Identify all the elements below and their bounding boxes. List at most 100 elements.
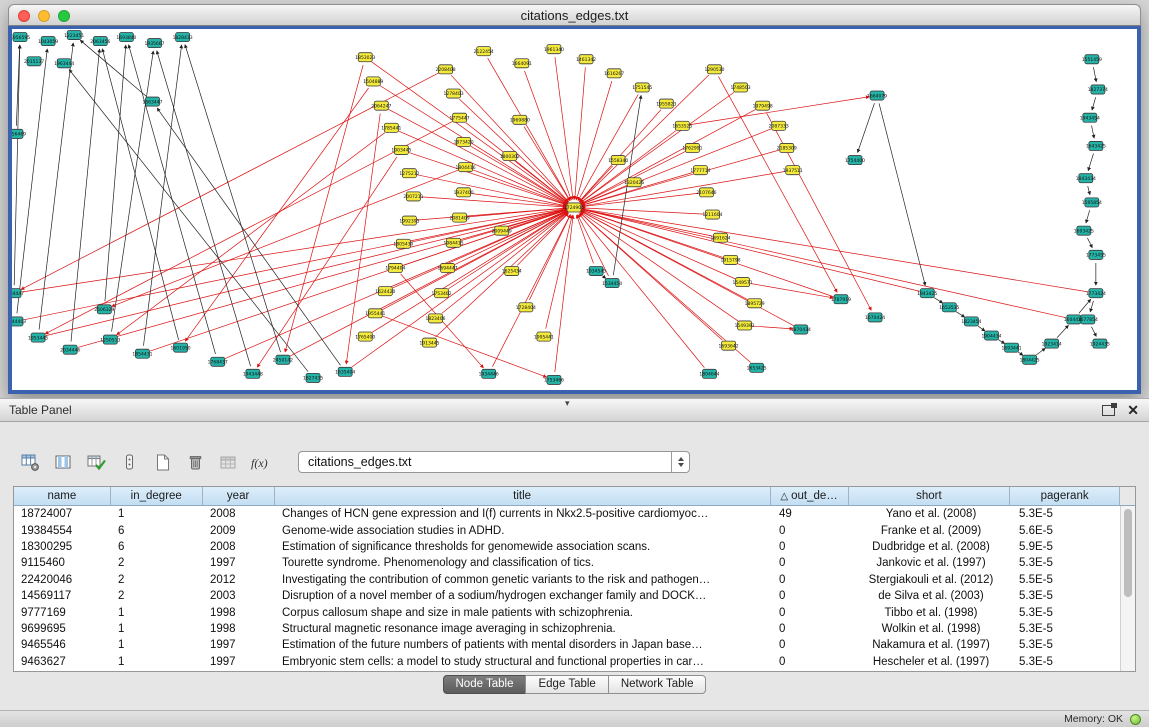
graph-node[interactable]: 1748503 [731, 83, 751, 92]
table-cell[interactable]: Stergiakouli et al. (2012) [850, 574, 1012, 586]
graph-node[interactable]: 1873420 [454, 137, 474, 146]
graph-edge[interactable] [1079, 299, 1091, 313]
table-cell[interactable]: 2008 [203, 541, 275, 553]
table-cell[interactable]: 49 [772, 508, 850, 520]
graph-edge[interactable] [555, 57, 573, 199]
graph-edge[interactable] [257, 157, 397, 367]
graph-node[interactable]: 1278403 [444, 89, 464, 98]
graph-node[interactable]: 2009449 [492, 226, 512, 235]
table-cell[interactable]: 0 [772, 590, 850, 602]
graph-edge[interactable] [524, 127, 570, 201]
graph-edge[interactable] [14, 45, 20, 285]
graph-node[interactable]: 1956595 [12, 33, 30, 42]
table-cell[interactable]: 1998 [203, 607, 275, 619]
table-cell[interactable]: 0 [772, 623, 850, 635]
table-cell[interactable]: 2003 [203, 590, 275, 602]
table-cell[interactable]: Investigating the contribution of common… [275, 574, 772, 586]
network-canvas[interactable]: 1724904185302315048892064247178544119034… [8, 26, 1141, 394]
graph-node[interactable]: 1724904 [564, 203, 584, 212]
table-cell[interactable]: Yano et al. (2008) [850, 508, 1012, 520]
table-cell[interactable]: Tibbo et al. (1998) [850, 607, 1012, 619]
graph-edge[interactable] [417, 175, 566, 206]
table-cell[interactable]: 1997 [203, 557, 275, 569]
graph-edge[interactable] [1091, 327, 1096, 337]
graph-edge[interactable] [1092, 126, 1095, 139]
graph-edge[interactable] [753, 326, 793, 329]
graph-edge[interactable] [602, 276, 605, 278]
table-cell[interactable]: 2 [111, 590, 203, 602]
graph-node[interactable]: 2007211 [403, 192, 423, 201]
table-cell[interactable]: Structural magnetic resonance image aver… [275, 623, 772, 635]
graph-node[interactable]: 1903445 [391, 145, 411, 154]
graph-edge[interactable] [117, 133, 385, 335]
graph-node[interactable]: 1804644 [699, 369, 719, 378]
table-cell[interactable]: Estimation of the future numbers of pati… [275, 639, 772, 651]
table-cell[interactable]: 5.6E-5 [1012, 525, 1122, 537]
graph-node[interactable]: 1827374 [1088, 85, 1108, 94]
graph-edge[interactable] [1092, 97, 1096, 110]
graph-node[interactable]: 1853023 [355, 53, 375, 62]
graph-edge[interactable] [582, 209, 1088, 292]
table-cell[interactable]: 6 [111, 541, 203, 553]
graph-node[interactable]: 1800302 [500, 152, 520, 161]
graph-edge[interactable] [185, 88, 368, 341]
graph-node[interactable]: 1549392 [735, 321, 755, 330]
graph-node[interactable]: 2015137 [24, 57, 44, 66]
table-cell[interactable]: Genome-wide association studies in ADHD. [275, 525, 772, 537]
graph-node[interactable]: 1643425 [1086, 141, 1106, 150]
graph-edge[interactable] [1018, 352, 1023, 355]
combo-stepper-icon[interactable] [671, 452, 689, 472]
graph-node[interactable]: 1984415 [444, 238, 464, 247]
table-cell[interactable]: 5.3E-5 [1012, 590, 1122, 602]
graph-node[interactable]: 1677854 [1078, 315, 1098, 324]
graph-node[interactable]: 1843434 [1076, 174, 1096, 183]
graph-edge[interactable] [71, 49, 100, 341]
graph-node[interactable]: 1290530 [704, 65, 724, 74]
graph-node[interactable]: 1961340 [544, 45, 564, 54]
table-cell[interactable]: Dudbridge et al. (2008) [850, 541, 1012, 553]
graph-node[interactable]: 2087333 [769, 121, 789, 130]
graph-node[interactable]: 2056469 [12, 129, 26, 138]
graph-node[interactable]: 1804447 [12, 289, 24, 298]
graph-node[interactable]: 1635404 [335, 367, 355, 376]
graph-node[interactable]: 1828433 [173, 33, 193, 42]
splitter-handle-icon[interactable]: ▾ [565, 398, 570, 409]
table-row[interactable]: 946362711997Embryonic stem cells: a mode… [14, 654, 1135, 670]
table-cell[interactable]: 0 [772, 656, 850, 668]
graph-edge[interactable] [576, 81, 612, 200]
graph-node[interactable]: 1653535 [939, 303, 959, 312]
table-cell[interactable]: de Silva et al. (2003) [850, 590, 1012, 602]
graph-edge[interactable] [858, 103, 875, 152]
window-titlebar[interactable]: citations_edges.txt [8, 4, 1141, 26]
table-cell[interactable]: 5.3E-5 [1012, 557, 1122, 569]
graph-node[interactable]: 1693425 [1074, 226, 1094, 235]
graph-edge[interactable] [879, 103, 925, 285]
table-cell[interactable]: 2008 [203, 508, 275, 520]
graph-node[interactable]: 1504889 [363, 77, 383, 86]
graph-node[interactable]: 1923414 [1042, 339, 1062, 348]
graph-edge[interactable] [157, 108, 340, 365]
graph-edge[interactable] [285, 65, 363, 352]
table-row[interactable]: 969969511998Structural magnetic resonanc… [14, 621, 1135, 637]
table-row[interactable]: 946554611997Estimation of the future num… [14, 637, 1135, 653]
graph-node[interactable]: 1934545 [586, 266, 606, 275]
graph-node[interactable]: 1895729 [745, 299, 765, 308]
table-cell[interactable]: Disruption of a novel member of a sodium… [275, 590, 772, 602]
graph-edge[interactable] [579, 214, 704, 368]
table-row[interactable]: 977716911998Corpus callosum shape and si… [14, 604, 1135, 620]
delete-button[interactable] [181, 449, 209, 475]
table-selector[interactable]: citations_edges.txt [298, 451, 690, 473]
table-cell[interactable]: 2012 [203, 574, 275, 586]
table-cell[interactable]: Estimation of significance thresholds fo… [275, 541, 772, 553]
table-cell[interactable]: 0 [772, 557, 850, 569]
graph-node[interactable]: 1694447 [438, 263, 458, 272]
graph-node[interactable]: 1595854 [1082, 198, 1102, 207]
table-cell[interactable]: 5.3E-5 [1012, 623, 1122, 635]
table-cell[interactable]: Changes of HCN gene expression and I(f) … [275, 508, 772, 520]
table-cell[interactable]: 0 [772, 574, 850, 586]
graph-node[interactable]: 1953445 [28, 333, 48, 342]
graph-edge[interactable] [112, 51, 154, 332]
graph-node[interactable]: 1751545 [632, 83, 652, 92]
graph-node[interactable]: 1693840 [116, 33, 136, 42]
graph-node[interactable]: 1043059 [38, 37, 58, 46]
